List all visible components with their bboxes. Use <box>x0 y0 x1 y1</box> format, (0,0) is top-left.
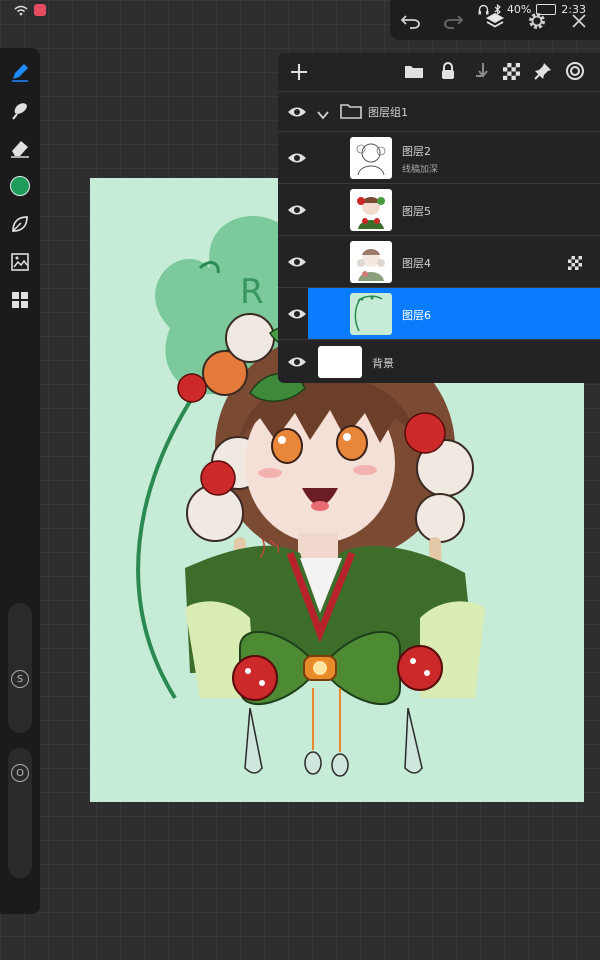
checkerboard-icon[interactable] <box>503 63 520 84</box>
svg-text:R: R <box>240 272 264 312</box>
background-thumbnail <box>318 346 362 378</box>
wifi-icon <box>14 5 28 15</box>
eye-icon[interactable] <box>284 252 310 272</box>
headphones-icon <box>478 4 489 15</box>
clock: 2:33 <box>561 3 586 16</box>
layer-thumbnail <box>350 189 392 231</box>
background-layer-row[interactable]: 背景 <box>278 339 600 384</box>
leaf-brush-icon[interactable] <box>8 212 32 236</box>
bluetooth-icon <box>494 4 501 15</box>
layers-panel-header <box>278 53 600 91</box>
add-layer-icon[interactable] <box>288 61 310 83</box>
layer-name: 图层5 <box>402 205 431 218</box>
pin-icon[interactable] <box>534 62 552 84</box>
eye-icon[interactable] <box>284 304 310 324</box>
color-picker-swatch[interactable] <box>8 174 32 198</box>
layer-thumbnail <box>350 137 392 179</box>
layer-thumbnail <box>350 241 392 283</box>
notification-badge-icon <box>34 4 46 16</box>
size-slider-label: S <box>11 670 29 688</box>
layer-row-selected[interactable]: 图层6 <box>278 287 600 340</box>
undo-icon[interactable] <box>399 9 423 33</box>
lock-icon[interactable] <box>439 62 457 84</box>
current-color-dot <box>10 176 30 196</box>
brush-size-slider[interactable]: S <box>8 603 32 733</box>
eye-icon[interactable] <box>284 148 310 168</box>
folder-icon[interactable] <box>404 62 424 84</box>
layer-name: 图层4 <box>402 257 431 270</box>
eraser-tool-icon[interactable] <box>8 136 32 160</box>
status-bar-left <box>14 4 46 16</box>
brush-tool-icon[interactable] <box>8 60 32 84</box>
layer-thumbnail <box>350 293 392 335</box>
layer-name: 图层2 <box>402 145 431 158</box>
brush-opacity-slider[interactable]: O <box>8 748 32 878</box>
eye-icon[interactable] <box>284 200 310 220</box>
layer-row[interactable]: 图层2 线稿加深 <box>278 131 600 184</box>
background-name: 背景 <box>372 357 394 370</box>
layer-blend-icon[interactable] <box>565 61 585 85</box>
redo-icon[interactable] <box>441 9 465 33</box>
group-folder-icon <box>340 102 362 124</box>
battery-icon <box>536 4 557 15</box>
opacity-slider-label: O <box>11 764 29 782</box>
layer-row[interactable]: 图层4 <box>278 235 600 288</box>
layer-subtitle: 线稿加深 <box>402 165 439 175</box>
left-toolbar: S O <box>0 48 40 914</box>
status-bar-right: 40% 2:33 <box>478 3 586 16</box>
eye-icon[interactable] <box>284 352 310 372</box>
clipping-mask-icon[interactable] <box>568 255 582 274</box>
smudge-tool-icon[interactable] <box>8 98 32 122</box>
chevron-down-icon[interactable] <box>316 105 330 124</box>
image-adjust-icon[interactable] <box>8 250 32 274</box>
eye-icon[interactable] <box>284 102 310 122</box>
layer-group-row[interactable]: 图层组1 <box>278 91 600 132</box>
grid-menu-icon[interactable] <box>8 288 32 312</box>
merge-down-icon[interactable] <box>473 62 489 84</box>
layer-name: 图层6 <box>402 309 431 322</box>
battery-percent: 40% <box>506 3 532 16</box>
layers-panel: 图层组1 图层2 线稿加深 图层5 图层4 图层6 背景 <box>278 53 600 383</box>
layer-row[interactable]: 图层5 <box>278 183 600 236</box>
group-name: 图层组1 <box>368 106 408 119</box>
